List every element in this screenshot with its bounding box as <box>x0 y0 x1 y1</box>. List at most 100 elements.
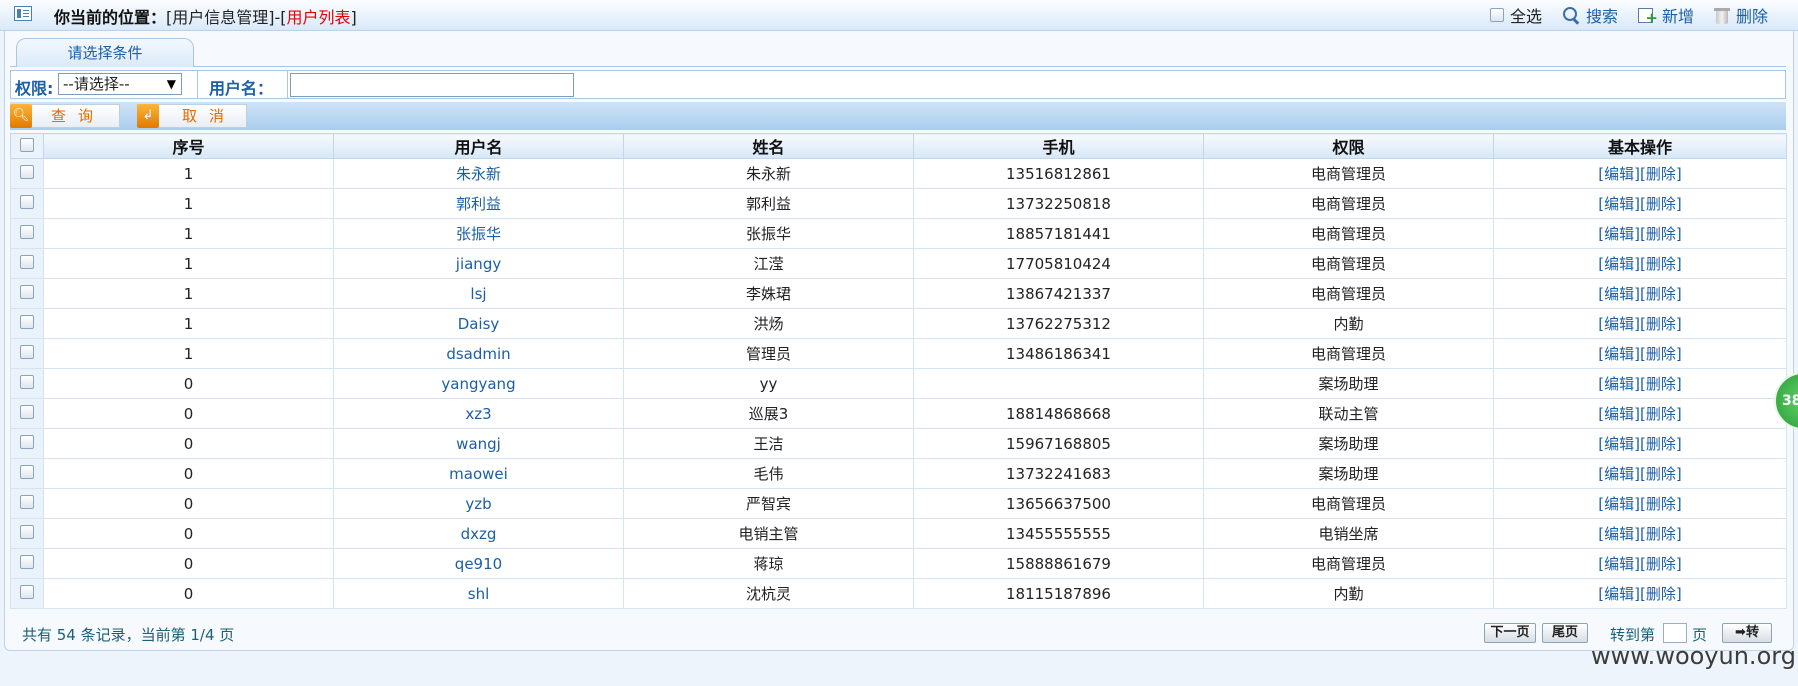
role-select-value: --请选择-- <box>63 75 130 93</box>
page-number-input[interactable] <box>1663 623 1687 643</box>
row-checkbox-cell <box>10 218 44 249</box>
username-input[interactable] <box>290 73 574 97</box>
row-checkbox-cell <box>10 518 44 549</box>
delete-link[interactable]: [删除] <box>1640 465 1682 483</box>
delete-link[interactable]: [删除] <box>1640 435 1682 453</box>
table-row: 0 xz3 巡展3 18814868668 联动主管 [编辑][删除] <box>10 398 1787 429</box>
cell-seq: 0 <box>43 548 334 579</box>
delete-link[interactable]: [删除] <box>1640 225 1682 243</box>
row-checkbox[interactable] <box>20 224 34 239</box>
table-row: 1 jiangy 江滢 17705810424 电商管理员 [编辑][删除] <box>10 248 1787 279</box>
edit-link[interactable]: [编辑] <box>1598 525 1640 543</box>
delete-button[interactable]: 删除 <box>1713 3 1768 27</box>
table-row: 0 wangj 王洁 15967168805 案场助理 [编辑][删除] <box>10 428 1787 459</box>
row-checkbox[interactable] <box>20 554 34 569</box>
table-row: 0 dxzg 电销主管 13455555555 电销坐席 [编辑][删除] <box>10 518 1787 549</box>
delete-link[interactable]: [删除] <box>1640 285 1682 303</box>
row-checkbox[interactable] <box>20 344 34 359</box>
delete-link[interactable]: [删除] <box>1640 405 1682 423</box>
add-button[interactable]: 新增 <box>1637 3 1694 27</box>
dropdown-arrow-icon: ▼ <box>166 77 176 91</box>
row-checkbox[interactable] <box>20 314 34 329</box>
cell-name: 洪炀 <box>623 308 914 339</box>
username-link[interactable]: yangyang <box>441 375 515 393</box>
username-link[interactable]: wangj <box>456 435 501 453</box>
select-all-toggle[interactable]: 全选 <box>1489 3 1542 27</box>
row-checkbox[interactable] <box>20 284 34 299</box>
delete-link[interactable]: [删除] <box>1640 165 1682 183</box>
edit-link[interactable]: [编辑] <box>1598 555 1640 573</box>
username-link[interactable]: qe910 <box>455 555 502 573</box>
query-button[interactable]: 🔍︎ 查询 <box>10 104 120 128</box>
delete-link[interactable]: [删除] <box>1640 255 1682 273</box>
header-role: 权限 <box>1203 133 1494 159</box>
edit-link[interactable]: [编辑] <box>1598 465 1640 483</box>
edit-link[interactable]: [编辑] <box>1598 255 1640 273</box>
header-checkbox[interactable] <box>20 137 34 152</box>
username-link[interactable]: yzb <box>465 495 491 513</box>
filter-row: 权限: --请选择-- ▼ 用户名： <box>10 70 1786 99</box>
delete-link[interactable]: [删除] <box>1640 315 1682 333</box>
role-select[interactable]: --请选择-- ▼ <box>58 73 182 95</box>
row-checkbox[interactable] <box>20 404 34 419</box>
delete-link[interactable]: [删除] <box>1640 585 1682 603</box>
edit-link[interactable]: [编辑] <box>1598 225 1640 243</box>
edit-link[interactable]: [编辑] <box>1598 585 1640 603</box>
username-link[interactable]: 郭利益 <box>456 195 501 213</box>
cancel-button[interactable]: ↲ 取消 <box>137 104 247 128</box>
edit-link[interactable]: [编辑] <box>1598 375 1640 393</box>
edit-link[interactable]: [编辑] <box>1598 195 1640 213</box>
cell-role: 内勤 <box>1203 308 1494 339</box>
username-link[interactable]: maowei <box>449 465 508 483</box>
row-checkbox[interactable] <box>20 374 34 389</box>
row-checkbox[interactable] <box>20 464 34 479</box>
cell-phone: 13516812861 <box>913 158 1204 189</box>
edit-link[interactable]: [编辑] <box>1598 165 1640 183</box>
search-button[interactable]: 搜索 <box>1562 3 1618 27</box>
edit-link[interactable]: [编辑] <box>1598 495 1640 513</box>
row-checkbox[interactable] <box>20 494 34 509</box>
edit-link[interactable]: [编辑] <box>1598 405 1640 423</box>
row-checkbox[interactable] <box>20 194 34 209</box>
cell-username: qe910 <box>333 548 624 579</box>
cell-seq: 0 <box>43 518 334 549</box>
row-checkbox[interactable] <box>20 254 34 269</box>
search-icon: 🔍︎ <box>10 104 32 128</box>
username-link[interactable]: shl <box>468 585 490 603</box>
row-checkbox[interactable] <box>20 524 34 539</box>
last-page-button[interactable]: 尾页 <box>1542 623 1588 643</box>
username-link[interactable]: xz3 <box>465 405 491 423</box>
delete-link[interactable]: [删除] <box>1640 495 1682 513</box>
username-link[interactable]: dsadmin <box>446 345 510 363</box>
cell-phone <box>913 368 1204 399</box>
edit-link[interactable]: [编辑] <box>1598 435 1640 453</box>
username-link[interactable]: lsj <box>470 285 486 303</box>
select-all-checkbox[interactable] <box>1489 8 1504 22</box>
username-link[interactable]: 张振华 <box>456 225 501 243</box>
username-link[interactable]: dxzg <box>461 525 497 543</box>
edit-link[interactable]: [编辑] <box>1598 345 1640 363</box>
delete-link[interactable]: [删除] <box>1640 375 1682 393</box>
delete-link[interactable]: [删除] <box>1640 345 1682 363</box>
cell-username: dsadmin <box>333 338 624 369</box>
username-link[interactable]: jiangy <box>456 255 501 273</box>
go-button[interactable]: ➡转 <box>1722 623 1772 643</box>
row-checkbox-cell <box>10 158 44 189</box>
trash-icon <box>1713 6 1730 24</box>
cell-role: 案场助理 <box>1203 458 1494 489</box>
delete-link[interactable]: [删除] <box>1640 555 1682 573</box>
breadcrumb-suffix: ] <box>350 8 357 27</box>
cell-actions: [编辑][删除] <box>1493 548 1787 579</box>
delete-link[interactable]: [删除] <box>1640 195 1682 213</box>
delete-link[interactable]: [删除] <box>1640 525 1682 543</box>
row-checkbox[interactable] <box>20 584 34 599</box>
row-checkbox[interactable] <box>20 164 34 179</box>
edit-link[interactable]: [编辑] <box>1598 315 1640 333</box>
next-page-button[interactable]: 下一页 <box>1484 623 1536 643</box>
edit-link[interactable]: [编辑] <box>1598 285 1640 303</box>
cell-role: 内勤 <box>1203 578 1494 609</box>
row-checkbox[interactable] <box>20 434 34 449</box>
username-link[interactable]: Daisy <box>458 315 500 333</box>
username-link[interactable]: 朱永新 <box>456 165 501 183</box>
tab-conditions[interactable]: 请选择条件 <box>16 38 194 67</box>
